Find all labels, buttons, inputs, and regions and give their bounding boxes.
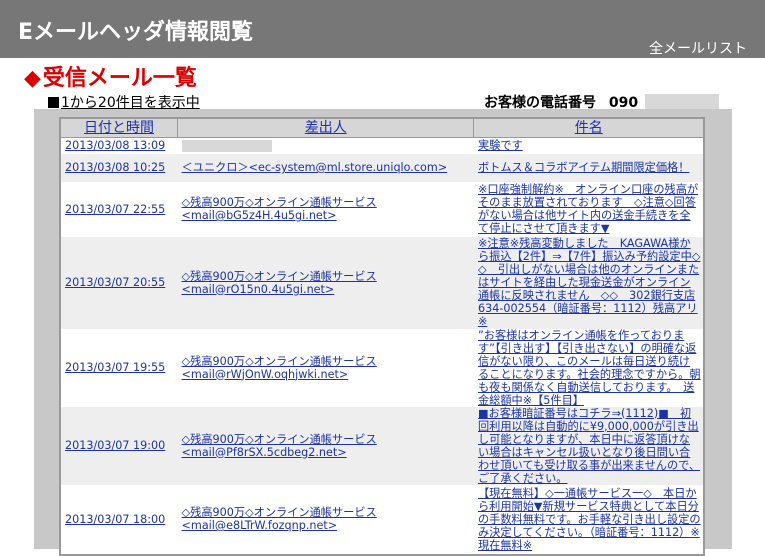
all-mail-list-link[interactable]: 全メールリスト bbox=[649, 38, 747, 58]
subject-cell[interactable]: ボトムス＆コラボアイテム期間限定価格！ bbox=[473, 153, 704, 182]
from-cell[interactable]: ◇残高900万◇オンライン通帳サービス <mail@bG5z4H.4u5gi.n… bbox=[178, 182, 474, 237]
from-link[interactable]: ◇残高900万◇オンライン通帳サービス <mail@rWjOnW.oqhjwki… bbox=[182, 355, 377, 381]
date-column-header[interactable]: 日付と時間 bbox=[59, 117, 179, 138]
section-title-text: 受信メール一覧 bbox=[42, 66, 197, 91]
table-row: 2013/03/08 10:25 ＜ユニクロ＞<ec-system@ml.sto… bbox=[60, 153, 704, 182]
subject-column-header[interactable]: 件名 bbox=[473, 117, 705, 138]
square-bullet-icon bbox=[48, 97, 59, 108]
from-link[interactable]: ◇残高900万◇オンライン通帳サービス <mail@bG5z4H.4u5gi.n… bbox=[182, 196, 377, 222]
from-cell[interactable]: ◇残高900万◇オンライン通帳サービス <mail@e8LTrW.fozqnp.… bbox=[178, 485, 474, 555]
subject-cell[interactable]: ※注意※残高変動しました KAGAWA様から振込【2件】⇒【7件】振込み予約設定… bbox=[473, 236, 704, 329]
from-link[interactable]: ＜ユニクロ＞<ec-system@ml.store.uniqlo.com> bbox=[182, 161, 448, 174]
from-link[interactable]: ◇残高900万◇オンライン通帳サービス <mail@rO15n0.4u5gi.n… bbox=[182, 270, 377, 296]
from-column-header[interactable]: 差出人 bbox=[177, 117, 475, 138]
redacted-block bbox=[181, 140, 272, 153]
date-cell[interactable]: 2013/03/07 18:00 bbox=[60, 485, 178, 555]
subject-cell[interactable]: 【現在無料】◇一通帳サービス一◇ 本日から利用開始▼新規サービス特典として本日分… bbox=[474, 485, 704, 555]
section-title: ◆受信メール一覧 bbox=[24, 60, 197, 92]
subject-cell[interactable]: ※口座強制解約※ オンライン口座の残高がそのまま放置されております ◇注意◇回答… bbox=[474, 182, 704, 237]
subject-link[interactable]: ※注意※残高変動しました KAGAWA様から振込【2件】⇒【7件】振込み予約設定… bbox=[478, 237, 700, 328]
date-link[interactable]: 2013/03/07 22:55 bbox=[65, 203, 165, 216]
date-cell[interactable]: 2013/03/08 10:25 bbox=[60, 153, 178, 182]
app-title: Eメールヘッダ情報閲覧 bbox=[18, 20, 254, 45]
subject-link[interactable]: ボトムス＆コラボアイテム期間限定価格！ bbox=[478, 161, 689, 174]
from-cell[interactable]: ◇残高900万◇オンライン通帳サービス <mail@rO15n0.4u5gi.n… bbox=[177, 236, 474, 329]
from-cell[interactable]: ◇残高900万◇オンライン通帳サービス <mail@Pf8rSX.5cdbeg2… bbox=[177, 406, 474, 485]
date-link[interactable]: 2013/03/08 13:09 bbox=[65, 139, 165, 152]
app-header: Eメールヘッダ情報閲覧 全メールリスト bbox=[0, 0, 765, 58]
diamond-icon: ◆ bbox=[24, 66, 41, 91]
subject-link[interactable]: 実験です bbox=[478, 139, 523, 152]
date-cell[interactable]: 2013/03/08 13:09 bbox=[60, 138, 178, 154]
subject-cell[interactable]: ■お客様暗証番号はコチラ⇒(1112)■ 初回利用以降は自動的に¥9,000,0… bbox=[473, 406, 704, 485]
subject-cell[interactable]: 実験です bbox=[474, 138, 704, 154]
from-link[interactable]: ◇残高900万◇オンライン通帳サービス <mail@e8LTrW.fozqnp.… bbox=[182, 506, 377, 532]
mail-list-table: 日付と時間 差出人 件名 2013/03/08 13:09 実験です 2013/… bbox=[59, 117, 705, 556]
table-row: 2013/03/07 18:00 ◇残高900万◇オンライン通帳サービス <ma… bbox=[60, 485, 704, 555]
from-cell[interactable]: ＜ユニクロ＞<ec-system@ml.store.uniqlo.com> bbox=[177, 153, 474, 182]
subject-cell[interactable]: ”お客様はオンライン通帳を作っております”【引き出す】【引き出さない】の明確な返… bbox=[474, 329, 704, 407]
date-cell[interactable]: 2013/03/07 20:55 bbox=[60, 236, 178, 329]
from-link[interactable]: ◇残高900万◇オンライン通帳サービス <mail@Pf8rSX.5cdbeg2… bbox=[182, 433, 377, 459]
date-cell[interactable]: 2013/03/07 22:55 bbox=[60, 182, 178, 237]
sort-by-subject-link[interactable]: 件名 bbox=[575, 120, 603, 136]
subject-link[interactable]: ”お客様はオンライン通帳を作っております”【引き出す】【引き出さない】の明確な返… bbox=[478, 329, 701, 407]
subject-link[interactable]: ※口座強制解約※ オンライン口座の残高がそのまま放置されております ◇注意◇回答… bbox=[478, 183, 698, 235]
subject-link[interactable]: 【現在無料】◇一通帳サービス一◇ 本日から利用開始▼新規サービス特典として本日分… bbox=[478, 487, 701, 552]
table-row: 2013/03/07 20:55 ◇残高900万◇オンライン通帳サービス <ma… bbox=[60, 236, 704, 329]
date-link[interactable]: 2013/03/07 19:00 bbox=[65, 439, 165, 452]
date-cell[interactable]: 2013/03/07 19:00 bbox=[60, 406, 178, 485]
date-link[interactable]: 2013/03/08 10:25 bbox=[65, 161, 165, 174]
date-cell[interactable]: 2013/03/07 19:55 bbox=[60, 329, 178, 407]
from-cell[interactable]: ◇残高900万◇オンライン通帳サービス <mail@rWjOnW.oqhjwki… bbox=[178, 329, 474, 407]
subject-link[interactable]: ■お客様暗証番号はコチラ⇒(1112)■ 初回利用以降は自動的に¥9,000,0… bbox=[478, 407, 700, 485]
sort-by-date-link[interactable]: 日付と時間 bbox=[84, 120, 154, 136]
from-cell bbox=[178, 138, 474, 154]
date-link[interactable]: 2013/03/07 18:00 bbox=[65, 513, 165, 526]
table-row: 2013/03/07 19:00 ◇残高900万◇オンライン通帳サービス <ma… bbox=[60, 406, 704, 485]
date-link[interactable]: 2013/03/07 20:55 bbox=[65, 276, 165, 289]
date-link[interactable]: 2013/03/07 19:55 bbox=[65, 361, 165, 374]
table-row: 2013/03/07 19:55 ◇残高900万◇オンライン通帳サービス <ma… bbox=[60, 329, 704, 407]
table-row: 2013/03/07 22:55 ◇残高900万◇オンライン通帳サービス <ma… bbox=[60, 182, 704, 237]
table-row: 2013/03/08 13:09 実験です bbox=[60, 138, 704, 154]
table-header-row: 日付と時間 差出人 件名 bbox=[59, 117, 705, 138]
sort-by-from-link[interactable]: 差出人 bbox=[305, 120, 347, 136]
